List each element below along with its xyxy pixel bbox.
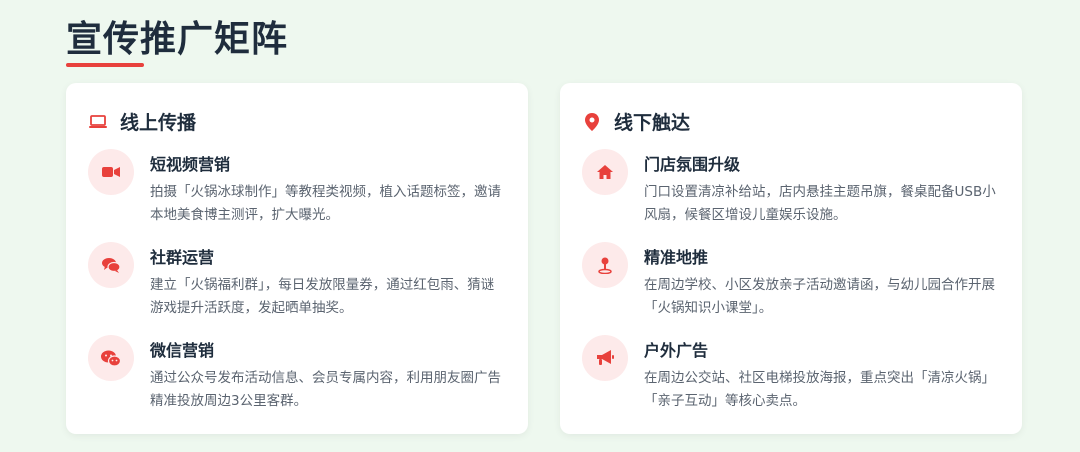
item-desc: 通过公众号发布活动信息、会员专属内容，利用朋友圈广告精准投放周边3公里客群。 (150, 370, 501, 409)
item-desc: 拍摄「火锅冰球制作」等教程类视频，植入话题标签，邀请本地美食博主测评，扩大曝光。 (150, 184, 501, 223)
item-title: 微信营销 (150, 341, 215, 360)
title-underline (66, 63, 144, 67)
item-title: 户外广告 (644, 341, 709, 360)
item-desc: 门口设置清凉补给站，店内悬挂主题吊旗，餐桌配备USB小风扇，候餐区增设儿童娱乐设… (644, 184, 996, 223)
home-icon (582, 149, 628, 195)
offline-card: 线下触达 门店氛围升级 门口设置清凉补给站，店内悬挂主题吊旗，餐桌配备USB小风… (560, 83, 1022, 434)
offline-card-title: 线下触达 (614, 112, 691, 134)
list-item-short-video: 短视频营销 拍摄「火锅冰球制作」等教程类视频，植入话题标签，邀请本地美食博主测评… (88, 149, 504, 227)
laptop-icon (88, 112, 108, 132)
online-card-title: 线上传播 (120, 112, 197, 134)
list-item-community: 社群运营 建立「火锅福利群」，每日发放限量券，通过红包雨、猜谜游戏提升活跃度，发… (88, 242, 504, 320)
item-title: 短视频营销 (150, 155, 231, 174)
item-title: 社群运营 (150, 248, 215, 267)
page-title: 宣传推广矩阵 (66, 19, 289, 60)
list-item-ground-promo: 精准地推 在周边学校、小区发放亲子活动邀请函，与幼儿园合作开展「火锅知识小课堂」… (582, 242, 998, 320)
item-desc: 在周边公交站、社区电梯投放海报，重点突出「清凉火锅」「亲子互动」等核心卖点。 (644, 370, 995, 409)
map-pin-icon (582, 112, 602, 132)
online-card: 线上传播 短视频营销 拍摄「火锅冰球制作」等教程类视频，植入话题标签，邀请本地美… (66, 83, 528, 434)
video-camera-icon (88, 149, 134, 195)
item-desc: 在周边学校、小区发放亲子活动邀请函，与幼儿园合作开展「火锅知识小课堂」。 (644, 277, 995, 316)
list-item-wechat: 微信营销 通过公众号发布活动信息、会员专属内容，利用朋友圈广告精准投放周边3公里… (88, 335, 504, 413)
online-card-header: 线上传播 (88, 108, 196, 135)
list-item-outdoor-ads: 户外广告 在周边公交站、社区电梯投放海报，重点突出「清凉火锅」「亲子互动」等核心… (582, 335, 998, 413)
item-title: 精准地推 (644, 248, 709, 267)
item-desc: 建立「火锅福利群」，每日发放限量券，通过红包雨、猜谜游戏提升活跃度，发起晒单抽奖… (150, 277, 495, 316)
wechat-icon (88, 335, 134, 381)
offline-card-header: 线下触达 (582, 108, 690, 135)
chat-bubbles-icon (88, 242, 134, 288)
megaphone-icon (582, 335, 628, 381)
item-title: 门店氛围升级 (644, 155, 741, 174)
location-marker-icon (582, 242, 628, 288)
list-item-store-upgrade: 门店氛围升级 门口设置清凉补给站，店内悬挂主题吊旗，餐桌配备USB小风扇，候餐区… (582, 149, 998, 227)
